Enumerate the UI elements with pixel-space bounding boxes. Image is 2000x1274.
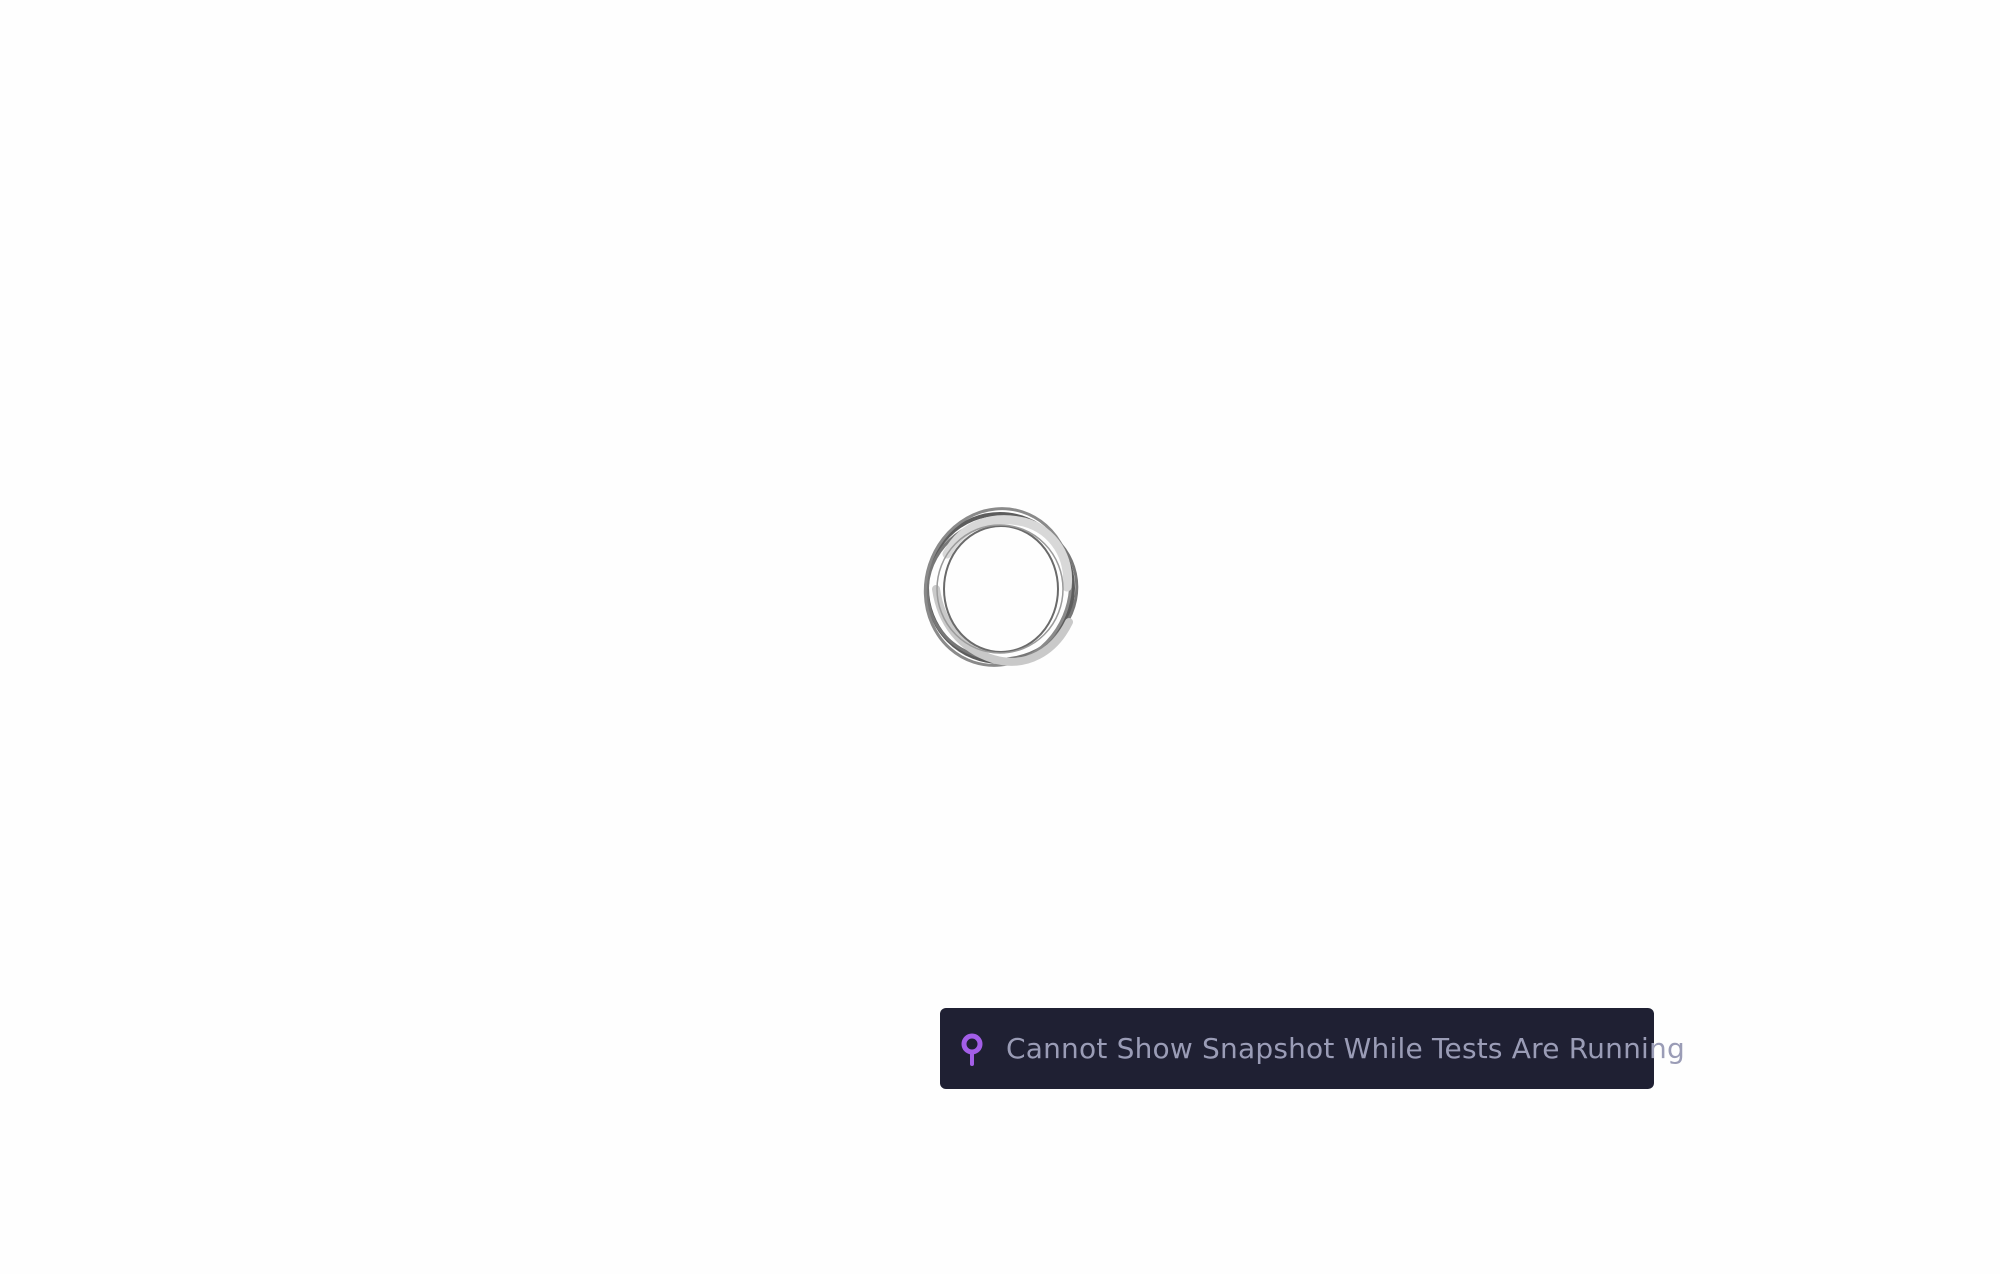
snapshot-status-toast: Cannot Show Snapshot While Tests Are Run… <box>940 1008 1685 1089</box>
toast-message: Cannot Show Snapshot While Tests Are Run… <box>1006 1032 1685 1065</box>
loading-spinner-icon <box>923 507 1079 667</box>
pin-icon <box>960 1032 984 1066</box>
snapshot-panel: Cannot Show Snapshot While Tests Are Run… <box>0 0 2000 1274</box>
